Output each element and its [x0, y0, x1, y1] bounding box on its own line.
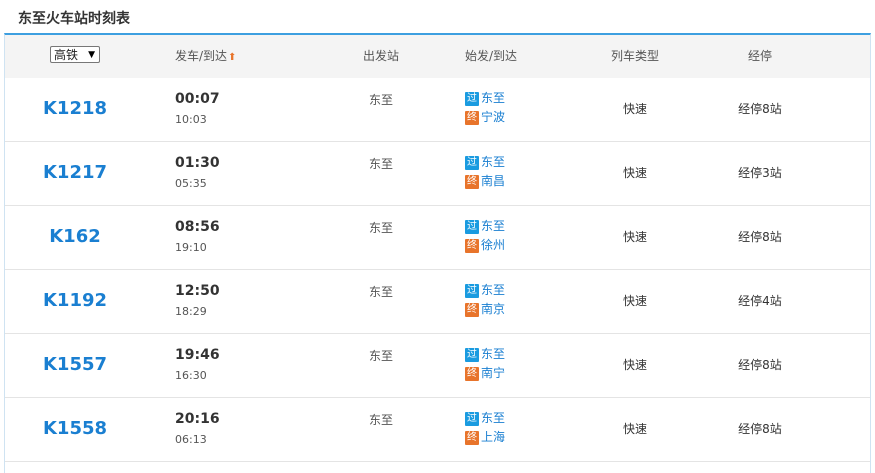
- departure-time: 08:56: [175, 219, 220, 235]
- terminal-station-link[interactable]: 南宁: [481, 366, 505, 380]
- route-info: 过东至 终南昌: [465, 154, 505, 192]
- train-number-link[interactable]: K162: [5, 206, 145, 268]
- arrival-time: 06:13: [175, 433, 207, 446]
- departure-time: 01:30: [175, 155, 220, 171]
- arrival-time: 18:29: [175, 305, 207, 318]
- departure-time: 20:16: [175, 411, 220, 427]
- departure-time: 12:50: [175, 283, 220, 299]
- table-row: K1217 01:30 05:35 东至 过东至 终南昌 快速 经停3站: [5, 142, 870, 206]
- train-type-select-value: 高铁: [54, 48, 79, 62]
- pass-station-link[interactable]: 东至: [481, 91, 505, 105]
- terminal-badge: 终: [465, 174, 479, 189]
- header-start-end: 始发/到达: [465, 49, 518, 63]
- table-row: K1557 19:46 16:30 东至 过东至 终南宁 快速 经停8站: [5, 334, 870, 398]
- train-number-link[interactable]: K1218: [5, 78, 145, 140]
- route-info: 过东至 终徐州: [465, 218, 505, 256]
- stop-count: 经停4站: [738, 294, 782, 308]
- header-depart-arrive[interactable]: 发车/到达⬆: [175, 35, 325, 78]
- arrival-time: 19:10: [175, 241, 207, 254]
- departure-time: 19:46: [175, 347, 220, 363]
- arrival-time: 10:03: [175, 113, 207, 126]
- route-info: 过东至 终上海: [465, 410, 505, 448]
- route-info: 过东至 终宁波: [465, 90, 505, 128]
- train-type: 快速: [622, 230, 647, 244]
- pass-station-link[interactable]: 东至: [481, 411, 505, 425]
- header-type: 列车类型: [610, 49, 659, 63]
- pass-badge: 过: [465, 91, 479, 106]
- stop-count: 经停8站: [738, 358, 782, 372]
- pass-badge: 过: [465, 155, 479, 170]
- arrival-time: 05:35: [175, 177, 207, 190]
- pass-badge: 过: [465, 219, 479, 234]
- table-row: K162 08:56 19:10 东至 过东至 终徐州 快速 经停8站: [5, 206, 870, 270]
- table-header: 高铁 ▼ 发车/到达⬆ 出发站 始发/到达 列车类型 经停: [5, 35, 870, 78]
- table-row: K1192 12:50 18:29 东至 过东至 终南京 快速 经停4站: [5, 270, 870, 334]
- header-depart-arrive-label: 发车/到达: [175, 49, 228, 63]
- departure-station: 东至: [368, 285, 393, 299]
- terminal-badge: 终: [465, 302, 479, 317]
- pass-station-link[interactable]: 东至: [481, 155, 505, 169]
- train-type: 快速: [622, 294, 647, 308]
- departure-station: 东至: [368, 221, 393, 235]
- departure-station: 东至: [368, 349, 393, 363]
- route-info: 过东至 终南京: [465, 282, 505, 320]
- train-type: 快速: [622, 102, 647, 116]
- header-station: 出发站: [362, 49, 399, 63]
- filter-cell: 高铁 ▼: [5, 35, 145, 78]
- page-title: 东至火车站时刻表: [18, 11, 130, 27]
- train-number-link[interactable]: K1192: [5, 270, 145, 332]
- terminal-badge: 终: [465, 110, 479, 125]
- table-row: K1558 20:16 06:13 东至 过东至 终上海 快速 经停8站: [5, 398, 870, 462]
- stop-count: 经停8站: [738, 422, 782, 436]
- departure-time: 00:07: [175, 91, 220, 107]
- train-number-link[interactable]: K1557: [5, 334, 145, 396]
- sort-up-icon[interactable]: ⬆: [228, 52, 236, 63]
- pass-station-link[interactable]: 东至: [481, 347, 505, 361]
- terminal-badge: 终: [465, 430, 479, 445]
- train-type: 快速: [622, 422, 647, 436]
- departure-station: 东至: [368, 157, 393, 171]
- pass-badge: 过: [465, 411, 479, 426]
- terminal-station-link[interactable]: 徐州: [481, 238, 505, 252]
- stop-count: 经停8站: [738, 230, 782, 244]
- departure-station: 东至: [368, 413, 393, 427]
- route-info: 过东至 终南宁: [465, 346, 505, 384]
- arrival-time: 16:30: [175, 369, 207, 382]
- terminal-station-link[interactable]: 宁波: [481, 110, 505, 124]
- table-row: K1218 00:07 10:03 东至 过东至 终宁波 快速 经停8站: [5, 78, 870, 142]
- header-stops: 经停: [747, 49, 772, 63]
- pass-badge: 过: [465, 283, 479, 298]
- timetable: 高铁 ▼ 发车/到达⬆ 出发站 始发/到达 列车类型 经停 K1218 00:0…: [4, 33, 871, 473]
- train-number-link[interactable]: K1558: [5, 398, 145, 460]
- pass-station-link[interactable]: 东至: [481, 283, 505, 297]
- stop-count: 经停3站: [738, 166, 782, 180]
- terminal-station-link[interactable]: 上海: [481, 430, 505, 444]
- terminal-badge: 终: [465, 366, 479, 381]
- train-number-link[interactable]: K1217: [5, 142, 145, 204]
- stop-count: 经停8站: [738, 102, 782, 116]
- train-type: 快速: [622, 166, 647, 180]
- pass-badge: 过: [465, 347, 479, 362]
- train-type-select[interactable]: 高铁 ▼: [50, 46, 100, 63]
- terminal-station-link[interactable]: 南京: [481, 302, 505, 316]
- pass-station-link[interactable]: 东至: [481, 219, 505, 233]
- train-type: 快速: [622, 358, 647, 372]
- terminal-station-link[interactable]: 南昌: [481, 174, 505, 188]
- chevron-down-icon: ▼: [88, 50, 95, 60]
- terminal-badge: 终: [465, 238, 479, 253]
- departure-station: 东至: [368, 93, 393, 107]
